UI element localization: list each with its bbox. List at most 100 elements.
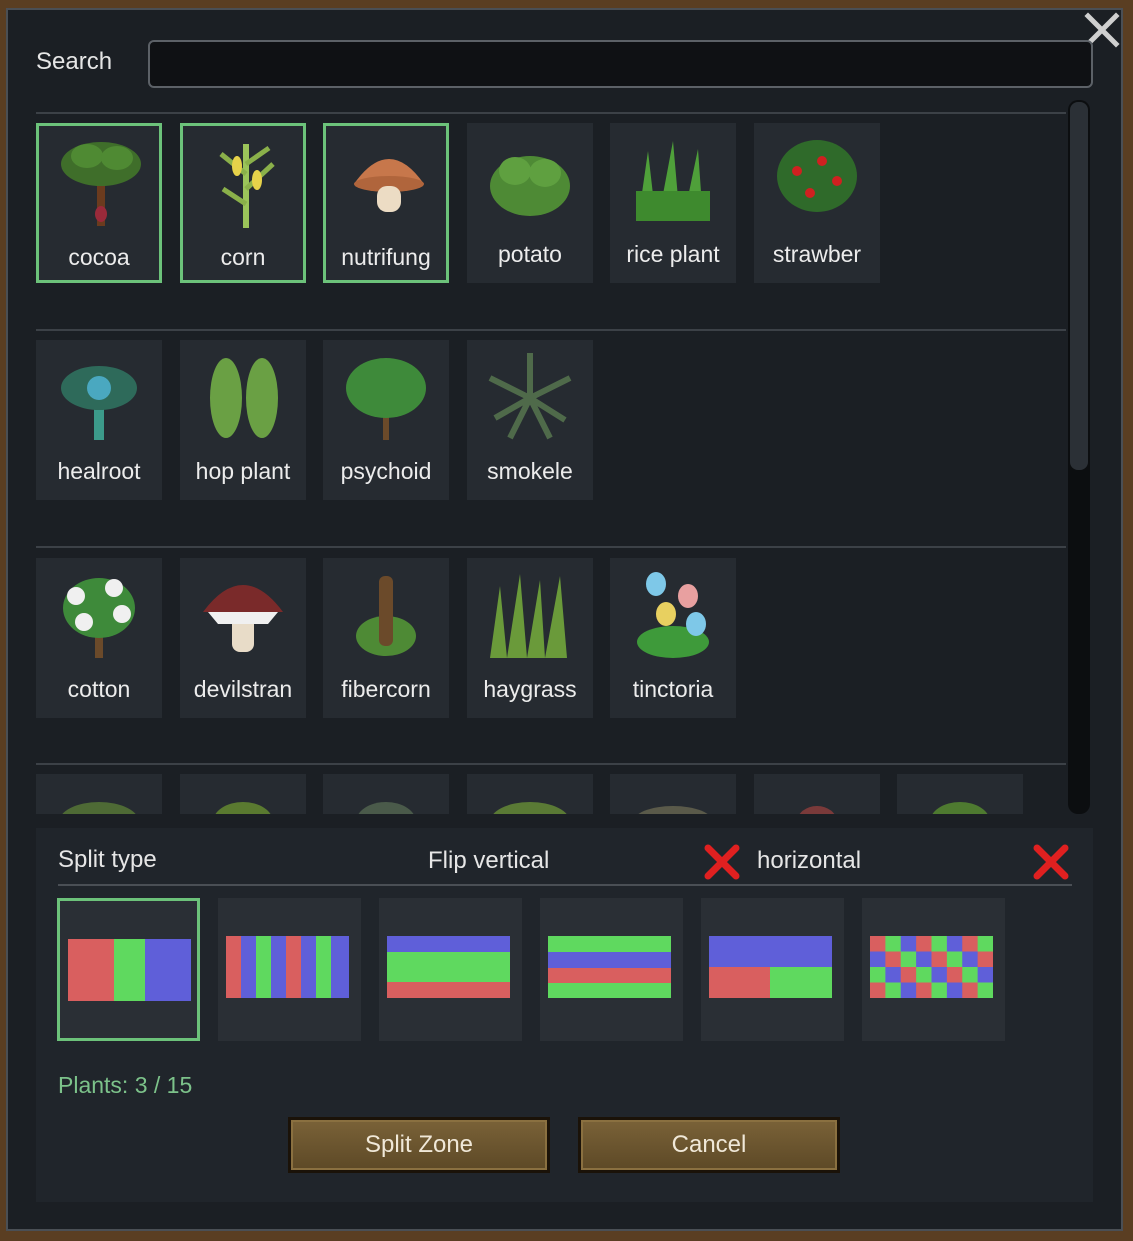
checker-cell [885, 951, 902, 968]
checker-cell [946, 936, 963, 952]
rice-plant-icon [636, 141, 710, 221]
checker-cell [962, 951, 979, 968]
split-two-vertical-icon [68, 939, 191, 1001]
devilstrand-mushroom-icon [203, 585, 283, 652]
plant-label: tinctoria [632, 676, 714, 702]
checker-cell [977, 951, 993, 968]
checker-cell [870, 951, 886, 968]
row-divider [36, 329, 1066, 331]
plant-tile-strawber[interactable]: strawber [754, 123, 880, 283]
row-divider [36, 546, 1066, 548]
search-label: Search [36, 48, 113, 75]
search-input[interactable] [148, 40, 1093, 88]
split-stripes-vertical-icon [226, 936, 349, 998]
plant-tile-cocoa[interactable]: cocoa [36, 123, 162, 283]
plant-tile-nutrifung[interactable]: nutrifung [323, 123, 449, 283]
checker-cell [870, 967, 886, 983]
plant-tile[interactable] [323, 774, 449, 814]
plant-tile[interactable] [610, 774, 736, 814]
plant-label: strawber [772, 241, 862, 267]
plant-group-drugs: healroot hop plant psychoid smokele [36, 329, 1066, 547]
bush-icon [358, 802, 414, 814]
plant-list-scrollbar[interactable] [1068, 100, 1090, 814]
flip-vertical-toggle-x-icon[interactable] [702, 842, 742, 882]
plant-label: psychoid [340, 458, 432, 484]
split-zone-button[interactable]: Split Zone [288, 1117, 550, 1173]
bush-icon [215, 802, 271, 814]
split-option-stripes-horizontal[interactable] [540, 898, 683, 1041]
checker-cell [946, 967, 963, 983]
plant-tile-corn[interactable]: corn [180, 123, 306, 283]
plant-tile[interactable] [467, 774, 593, 814]
checker-cell [962, 967, 979, 983]
plant-tile[interactable] [36, 774, 162, 814]
checker-cell [931, 936, 948, 952]
scroll-thumb[interactable] [1070, 102, 1088, 470]
plant-tile[interactable] [897, 774, 1023, 814]
bush-icon [62, 802, 136, 814]
split-type-label: Split type [58, 846, 157, 873]
plant-label: healroot [57, 458, 141, 484]
split-two-horizontal-icon [387, 936, 510, 998]
bush-icon [638, 806, 708, 814]
cancel-button[interactable]: Cancel [578, 1117, 840, 1173]
plant-label: smokele [487, 458, 573, 484]
split-checker-icon [870, 936, 993, 998]
plant-group-partial [36, 763, 1066, 814]
tinctoria-flower-icon [637, 572, 709, 658]
checker-cell [962, 982, 979, 998]
plant-tile[interactable] [754, 774, 880, 814]
split-option-stripes-vertical[interactable] [218, 898, 361, 1041]
haygrass-icon [490, 574, 567, 658]
checker-cell [977, 967, 993, 983]
checker-cell [977, 982, 993, 998]
strawberry-bush-icon [777, 140, 857, 212]
plant-label: fibercorn [341, 676, 431, 702]
split-stripes-horizontal-icon [548, 936, 671, 998]
checker-cell [885, 982, 902, 998]
plant-tile-rice-plant[interactable]: rice plant [610, 123, 736, 283]
checker-cell [885, 967, 902, 983]
plant-tile-devilstran[interactable]: devilstran [180, 558, 306, 718]
bush-icon [932, 802, 988, 814]
flip-vertical-label: Flip vertical [428, 847, 550, 874]
checker-cell [900, 967, 917, 983]
potato-plant-icon [490, 156, 570, 216]
plant-tile-smokele[interactable]: smokele [467, 340, 593, 500]
checker-cell [946, 982, 963, 998]
checker-cell [962, 936, 979, 952]
row-divider [36, 112, 1066, 114]
plant-tile-healroot[interactable]: healroot [36, 340, 162, 500]
plant-tile-haygrass[interactable]: haygrass [467, 558, 593, 718]
plant-tile-potato[interactable]: potato [467, 123, 593, 283]
cotton-plant-icon [63, 578, 135, 658]
plant-label: potato [498, 241, 562, 267]
split-option-two-horizontal[interactable] [379, 898, 522, 1041]
plant-tile[interactable] [180, 774, 306, 814]
plant-label: cocoa [68, 244, 130, 270]
plant-tile-psychoid[interactable]: psychoid [323, 340, 449, 500]
bush-icon [799, 806, 835, 814]
split-option-two-vertical[interactable] [57, 898, 200, 1041]
plant-tile-cotton[interactable]: cotton [36, 558, 162, 718]
checker-cell [916, 982, 933, 998]
healroot-icon [61, 366, 137, 440]
plant-group-materials: cotton devilstran fibercorn haygrass tin… [36, 546, 1066, 764]
checker-cell [931, 967, 948, 983]
checker-cell [916, 967, 933, 983]
row-divider [36, 763, 1066, 765]
psychoid-plant-icon [346, 358, 426, 440]
smokeleaf-icon [488, 353, 572, 440]
plant-tile-tinctoria[interactable]: tinctoria [610, 558, 736, 718]
cocoa-tree-icon [61, 142, 141, 226]
flip-horizontal-toggle-x-icon[interactable] [1031, 842, 1071, 882]
split-option-quadrants[interactable] [701, 898, 844, 1041]
mushroom-icon [354, 159, 424, 212]
fibercorn-icon [356, 576, 416, 656]
plant-tile-fibercorn[interactable]: fibercorn [323, 558, 449, 718]
corn-plant-icon [219, 144, 275, 228]
checker-cell [885, 936, 902, 952]
split-option-checker[interactable] [862, 898, 1005, 1041]
plant-tile-hop-plant[interactable]: hop plant [180, 340, 306, 500]
checker-cell [946, 951, 963, 968]
